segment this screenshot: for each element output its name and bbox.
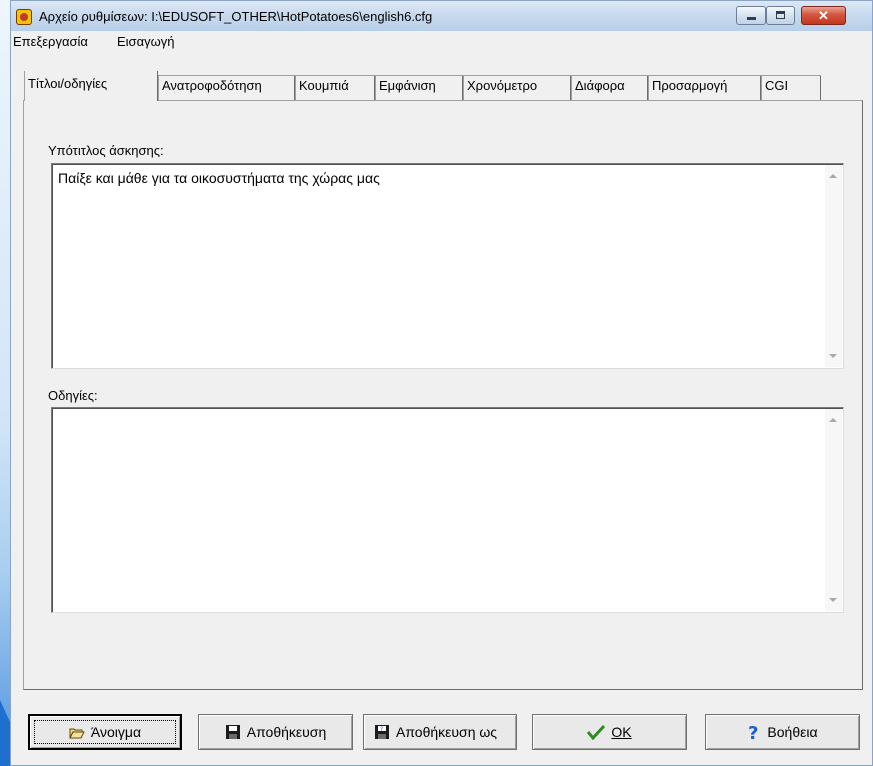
tab-appearance[interactable]: Εμφάνιση: [375, 76, 463, 100]
open-button-label: Άνοιγμα: [90, 724, 142, 740]
tab-customize[interactable]: Προσαρμογή: [648, 76, 761, 100]
save-button-label: Αποθήκευση: [246, 724, 327, 740]
tab-cgi[interactable]: CGI: [761, 76, 821, 100]
help-button-label: Βοήθεια: [767, 724, 818, 740]
subtitle-textarea[interactable]: Παίξε και μάθε για τα οικοσυστήματα της …: [51, 163, 844, 369]
menu-bar: Επεξεργασία Εισαγωγή: [11, 31, 872, 50]
menu-insert[interactable]: Εισαγωγή: [117, 34, 174, 49]
save-as-button-label: Αποθήκευση ως: [396, 724, 498, 740]
scroll-up-icon[interactable]: [829, 174, 837, 178]
tab-label: Χρονόμετρο: [467, 78, 538, 93]
save-as-button[interactable]: ? Αποθήκευση ως: [363, 714, 517, 750]
tab-panel: Υπότιτλος άσκησης: Παίξε και μάθε για τα…: [23, 100, 863, 690]
subtitle-text: Παίξε και μάθε για τα οικοσυστήματα της …: [58, 170, 380, 186]
close-button[interactable]: ✕: [801, 6, 846, 25]
save-as-icon: ?: [374, 724, 390, 740]
tab-label: Ανατροφοδότηση: [162, 78, 262, 93]
minimize-icon: [747, 17, 756, 20]
minimize-button[interactable]: [736, 6, 766, 25]
maximize-button[interactable]: [766, 6, 795, 25]
tab-timer[interactable]: Χρονόμετρο: [463, 76, 571, 100]
tab-label: Εμφάνιση: [379, 78, 436, 93]
instructions-scrollbar[interactable]: [825, 409, 842, 611]
tab-misc[interactable]: Διάφορα: [571, 76, 648, 100]
app-hotpotatoes-icon: [16, 9, 32, 25]
subtitle-label: Υπότιτλος άσκησης:: [48, 143, 164, 158]
open-button[interactable]: Άνοιγμα: [28, 714, 182, 750]
tab-label: Προσαρμογή: [652, 78, 728, 93]
subtitle-scrollbar[interactable]: [825, 165, 842, 367]
tab-buttons[interactable]: Κουμπιά: [295, 76, 375, 100]
window-title: Αρχείο ρυθμίσεων: I:\EDUSOFT_OTHER\HotPo…: [39, 9, 433, 24]
tab-titles-instructions[interactable]: Τίτλοι/οδηγίες: [24, 71, 158, 101]
tab-label: CGI: [765, 78, 789, 93]
ok-button-label: OK: [611, 724, 632, 740]
svg-text:?: ?: [748, 723, 758, 741]
floppy-disk-icon: [225, 724, 241, 740]
instructions-textarea[interactable]: [51, 407, 844, 613]
tab-label: Διάφορα: [575, 78, 625, 93]
save-button[interactable]: Αποθήκευση: [198, 714, 353, 750]
folder-open-icon: [69, 727, 85, 738]
scroll-up-icon[interactable]: [829, 418, 837, 422]
tab-label: Κουμπιά: [299, 78, 349, 93]
svg-text:?: ?: [380, 726, 383, 733]
tab-label: Τίτλοι/οδηγίες: [28, 76, 108, 91]
scroll-down-icon[interactable]: [829, 354, 837, 358]
checkmark-icon: [587, 724, 606, 740]
tab-feedback[interactable]: Ανατροφοδότηση: [158, 76, 295, 100]
maximize-icon: [776, 11, 785, 19]
close-icon: ✕: [818, 8, 829, 23]
title-bar[interactable]: Αρχείο ρυθμίσεων: I:\EDUSOFT_OTHER\HotPo…: [11, 1, 872, 31]
ok-button[interactable]: OK: [532, 714, 687, 750]
config-window: Αρχείο ρυθμίσεων: I:\EDUSOFT_OTHER\HotPo…: [10, 0, 873, 766]
help-icon: ?: [747, 723, 761, 741]
menu-edit[interactable]: Επεξεργασία: [13, 34, 88, 49]
instructions-label: Οδηγίες:: [48, 388, 98, 403]
scroll-down-icon[interactable]: [829, 598, 837, 602]
help-button[interactable]: ? Βοήθεια: [705, 714, 860, 750]
